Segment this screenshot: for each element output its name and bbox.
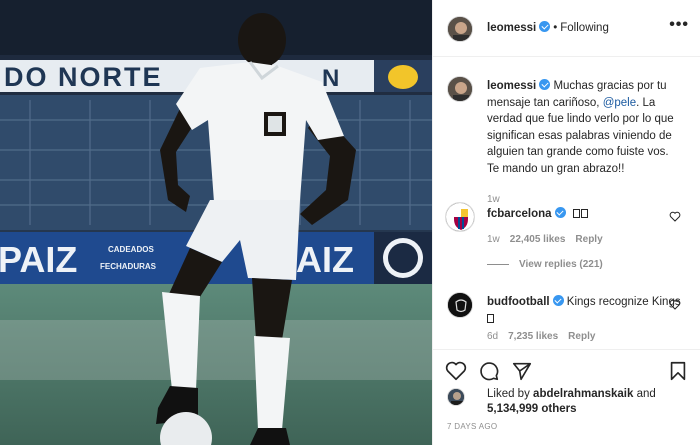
liker-username[interactable]: abdelrahmanskaik	[533, 388, 633, 400]
comment-bubble-icon[interactable]	[478, 360, 500, 382]
likes-count[interactable]: 5,134,999 others	[487, 403, 577, 415]
like-comment-heart-icon[interactable]	[669, 299, 681, 310]
caption-username[interactable]: leomessi	[487, 80, 536, 92]
budfootball-avatar[interactable]	[447, 292, 473, 318]
verified-badge-icon	[554, 207, 566, 218]
banner-text-left: DO NORTE	[4, 62, 163, 92]
board-text-left: PAIZ	[0, 239, 77, 280]
verified-badge-icon	[539, 79, 551, 90]
caption-meta: 1w	[487, 194, 510, 205]
like-comment-heart-icon[interactable]	[669, 211, 681, 222]
post-image: DO NORTE N PAIZ CADEADOS FECHADURAS AIZ	[0, 0, 432, 445]
emoji-icon	[580, 209, 588, 218]
comment-meta: 6d 7,235 likes Reply	[487, 331, 605, 342]
caption-author-avatar[interactable]	[447, 76, 473, 102]
post-details-panel: leomessi • Following ••• leomessi Muchas g…	[432, 0, 700, 445]
more-options-icon[interactable]: •••	[669, 17, 689, 33]
emoji-icon	[572, 209, 580, 218]
post-timestamp[interactable]: 7 DAYS AGO	[447, 422, 497, 431]
likes-summary[interactable]: Liked by abdelrahmanskaik and 5,134,999 …	[487, 387, 687, 417]
view-replies-label: View replies (221)	[519, 259, 603, 270]
post-actions: Liked by abdelrahmanskaik and 5,134,999 …	[433, 349, 700, 445]
liked-by-label: Liked by	[487, 388, 530, 400]
fcbarcelona-avatar[interactable]	[445, 202, 475, 232]
board-small-2: FECHADURAS	[100, 262, 157, 271]
banner-text-right: N	[322, 65, 339, 92]
view-replies-button[interactable]: View replies (221)	[487, 259, 603, 270]
author-username[interactable]: leomessi	[487, 22, 536, 34]
comment-age[interactable]: 6d	[487, 331, 498, 342]
reply-button[interactable]: Reply	[575, 234, 602, 245]
following-button[interactable]: Following	[560, 22, 609, 34]
board-small-1: CADEADOS	[108, 245, 154, 254]
caption-age[interactable]: 1w	[487, 194, 500, 205]
separator-dot: •	[553, 22, 558, 34]
comment-username[interactable]: budfootball	[487, 296, 550, 308]
mention-link[interactable]: @pele	[603, 97, 636, 109]
share-send-icon[interactable]	[511, 360, 533, 382]
verified-badge-icon	[552, 295, 564, 306]
emoji-icon	[487, 313, 494, 323]
verified-badge-icon	[539, 21, 551, 32]
comment-likes[interactable]: 7,235 likes	[508, 331, 558, 342]
save-bookmark-icon[interactable]	[667, 360, 689, 382]
comment-username[interactable]: fcbarcelona	[487, 208, 552, 220]
replies-divider-line	[487, 263, 509, 265]
reply-button[interactable]: Reply	[568, 331, 595, 342]
comment-age[interactable]: 1w	[487, 234, 500, 245]
board-text-right: AIZ	[296, 239, 354, 280]
like-heart-icon[interactable]	[445, 360, 467, 382]
liked-conj: and	[636, 388, 656, 400]
liker-avatar[interactable]	[447, 388, 465, 406]
comment-text: budfootball Kings recognize Kings	[487, 294, 683, 327]
post-photo[interactable]: DO NORTE N PAIZ CADEADOS FECHADURAS AIZ	[0, 0, 432, 445]
comment-body: Kings recognize Kings	[566, 296, 681, 308]
comment-meta: 1w 22,405 likes Reply	[487, 234, 613, 245]
comments-list[interactable]: leomessi Muchas gracias por tu mensaje t…	[433, 58, 700, 348]
author-avatar[interactable]	[447, 16, 473, 42]
caption-text: leomessi Muchas gracias por tu mensaje t…	[487, 78, 683, 177]
comment-likes[interactable]: 22,405 likes	[510, 234, 566, 245]
post-header: leomessi • Following •••	[433, 0, 700, 57]
comment-text: fcbarcelona	[487, 206, 683, 223]
